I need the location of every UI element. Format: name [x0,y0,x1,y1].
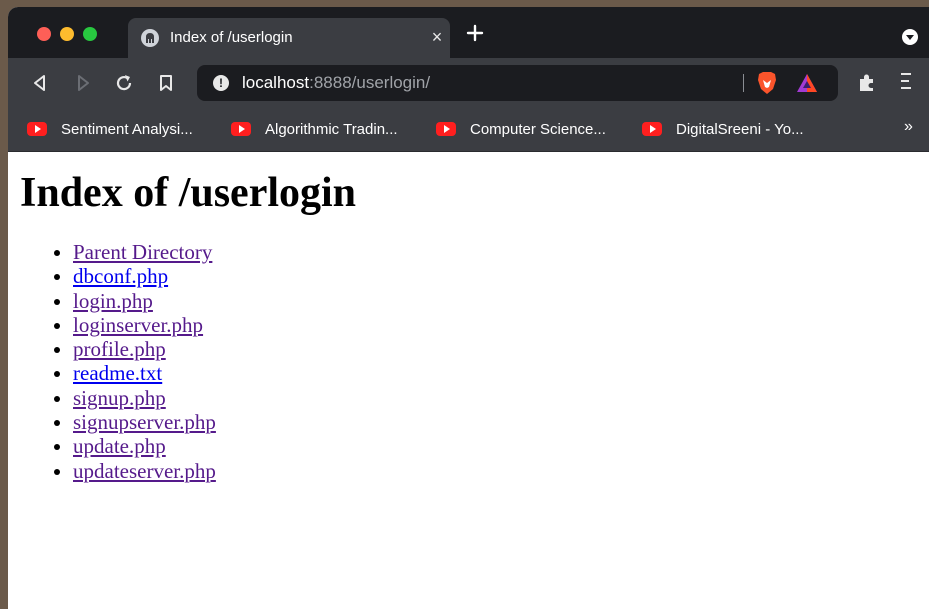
hamburger-menu-icon[interactable] [901,73,919,93]
minimize-window-button[interactable] [60,27,74,41]
youtube-icon [642,122,662,136]
list-item: profile.php [73,337,216,361]
list-item: signup.php [73,386,216,410]
tab-search-dropdown-icon[interactable] [902,29,918,45]
url-text[interactable]: localhost:8888/userlogin/ [242,73,430,93]
url-host: localhost [242,73,310,92]
list-item: login.php [73,289,216,313]
bookmark-label: Computer Science... [470,120,606,138]
maximize-window-button[interactable] [83,27,97,41]
list-item: update.php [73,434,216,458]
list-item: readme.txt [73,361,216,385]
file-link[interactable]: dbconf.php [73,264,168,288]
tab-active[interactable]: Index of /userlogin × [128,18,450,58]
toolbar: ! localhost:8888/userlogin/ [8,58,929,108]
tab-strip: Index of /userlogin × [8,7,929,65]
back-arrow-icon [34,75,45,91]
bookmark-item[interactable]: Sentiment Analysi... [27,119,193,139]
file-link[interactable]: Parent Directory [73,240,212,264]
bookmark-item[interactable]: DigitalSreeni - Yo... [642,119,804,139]
file-link[interactable]: profile.php [73,337,166,361]
file-link[interactable]: signup.php [73,386,166,410]
reload-button[interactable] [112,71,136,95]
page-content: Index of /userlogin Parent Directory dbc… [8,152,929,609]
close-window-button[interactable] [37,27,51,41]
forward-arrow-icon [78,75,89,91]
puzzle-piece-icon[interactable] [856,71,878,93]
list-item: loginserver.php [73,313,216,337]
bookmarks-bar: Sentiment Analysi... Algorithmic Tradin.… [8,108,929,152]
file-link[interactable]: login.php [73,289,153,313]
list-item: dbconf.php [73,264,216,288]
list-item: updateserver.php [73,459,216,483]
list-item: Parent Directory [73,240,216,264]
list-item: signupserver.php [73,410,216,434]
youtube-icon [231,122,251,136]
browser-window: Index of /userlogin × ! localhost:8888/u… [8,7,929,609]
file-link[interactable]: readme.txt [73,361,162,385]
reload-icon [116,75,132,91]
file-link[interactable]: loginserver.php [73,313,203,337]
bookmark-label: DigitalSreeni - Yo... [676,120,804,138]
tab-close-icon[interactable]: × [428,27,446,47]
file-link[interactable]: signupserver.php [73,410,216,434]
bookmark-icon [160,75,172,91]
bookmarks-overflow-button[interactable]: » [904,118,913,136]
server-favicon-icon [141,29,159,47]
directory-listing: Parent Directory dbconf.php login.php lo… [32,240,216,483]
brave-lion-icon[interactable] [756,71,778,95]
plus-icon [466,24,484,42]
bookmark-button[interactable] [154,71,178,95]
page-title: Index of /userlogin [20,170,357,216]
file-link[interactable]: update.php [73,434,166,458]
bookmark-item[interactable]: Computer Science... [436,119,606,139]
url-path: :8888/userlogin/ [309,73,431,92]
tab-title: Index of /userlogin [170,29,293,46]
rewards-triangle-icon[interactable] [796,73,818,93]
forward-button[interactable] [71,71,95,95]
file-link[interactable]: updateserver.php [73,459,216,483]
address-bar[interactable]: ! localhost:8888/userlogin/ [197,65,838,101]
youtube-icon [27,122,47,136]
address-bar-divider [743,74,744,92]
back-button[interactable] [28,71,52,95]
bookmark-label: Algorithmic Tradin... [265,120,398,138]
bookmark-item[interactable]: Algorithmic Tradin... [231,119,398,139]
youtube-icon [436,122,456,136]
new-tab-button[interactable] [464,22,486,44]
bookmark-label: Sentiment Analysi... [61,120,193,138]
info-icon[interactable]: ! [213,75,229,91]
